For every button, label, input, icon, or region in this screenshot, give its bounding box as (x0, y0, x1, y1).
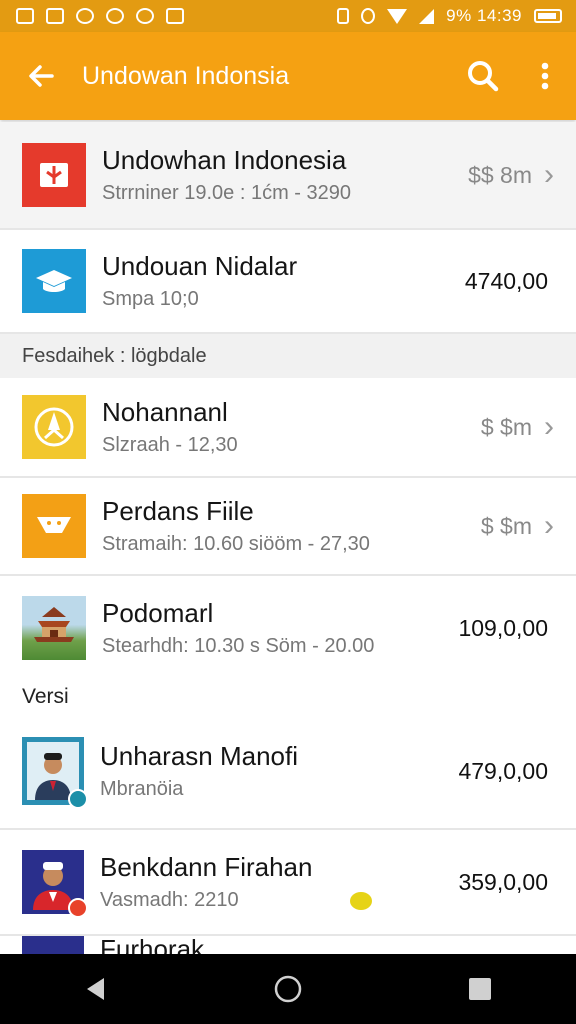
status-bar: 9% 14:39 (0, 0, 576, 32)
temple-photo-icon (22, 596, 86, 660)
list-item[interactable]: Unharasn Manofi Mbranöia 479,0,00 (0, 714, 576, 830)
verified-badge-icon (68, 789, 88, 809)
home-nav-icon[interactable] (258, 959, 318, 1019)
item-title: Unharasn Manofi (100, 741, 298, 771)
battery-time-text: 9% 14:39 (446, 6, 522, 25)
item-title: Perdans Fiile (102, 496, 254, 526)
recents-nav-icon[interactable] (450, 959, 510, 1019)
battery-icon (534, 9, 562, 23)
section-label: Versi (22, 685, 69, 708)
item-value: 479,0,00 (458, 757, 548, 784)
item-subtitle: Strrniner 19.0e : 1ćm - 3290 (102, 182, 352, 204)
item-value: 109,0,00 (458, 614, 548, 641)
compass-app-icon (22, 395, 86, 459)
chevron-right-icon: › (544, 410, 554, 443)
item-value: $ $m (480, 512, 532, 539)
item-title: Benkdann Firahan (100, 852, 313, 882)
photo-notification-icon (46, 8, 64, 24)
globe-notification-icon (76, 8, 94, 24)
message-notification-icon (166, 8, 184, 24)
item-title: Undowhan Indonesia (102, 145, 347, 175)
system-navigation-bar (0, 954, 576, 1024)
item-list: Undowhan Indonesia Strrniner 19.0e : 1ćm… (0, 122, 576, 976)
wifi-icon (387, 8, 408, 24)
back-nav-icon[interactable] (66, 959, 126, 1019)
chevron-right-icon: › (544, 158, 554, 191)
item-title: Nohannanl (102, 397, 228, 427)
chevron-right-icon: › (544, 509, 554, 542)
section-header: Fesdaihek : lögbdale (0, 334, 576, 378)
avatar (22, 737, 88, 809)
item-subtitle: Mbranöia (100, 778, 184, 800)
status-left-icons (16, 8, 184, 24)
back-arrow-icon[interactable] (0, 32, 82, 120)
list-item[interactable]: Nohannanl Slzraah - 12,30 $ $m › (0, 378, 576, 478)
signal-icon (419, 8, 435, 24)
item-title: Undouan Nidalar (102, 251, 298, 281)
more-options-icon[interactable] (514, 32, 576, 120)
data-icon (361, 8, 376, 24)
status-badge-icon (68, 898, 88, 918)
list-item[interactable]: Perdans Fiile Stramaih: 10.60 siööm - 27… (0, 478, 576, 576)
item-value: $ $m (480, 413, 532, 440)
avatar (22, 850, 88, 918)
list-item[interactable]: Undouan Nidalar Smpa 10;0 4740,00 (0, 230, 576, 334)
app-toolbar: Undowan Indonsia (0, 32, 576, 120)
gallery-notification-icon (16, 8, 34, 24)
item-value: 4740,00 (464, 267, 548, 294)
sync-notification-icon (136, 8, 154, 24)
search-icon[interactable] (452, 32, 514, 120)
status-right-icons: 9% 14:39 (337, 6, 562, 26)
item-subtitle: Stearhdh: 10.30 s Söm - 20.00 (102, 635, 375, 657)
item-value: $$ 8m (468, 161, 532, 188)
graduation-cap-app-icon (22, 249, 86, 313)
clock-notification-icon (106, 8, 124, 24)
book-app-icon (22, 143, 86, 207)
item-subtitle: Vasmadh: 2210 (100, 889, 239, 911)
item-title: Podomarl (102, 598, 214, 628)
item-subtitle: Slzraah - 12,30 (102, 434, 238, 456)
item-subtitle: Stramaih: 10.60 siööm - 27,30 (102, 533, 370, 555)
vibrate-icon (337, 8, 350, 24)
list-item[interactable]: Undowhan Indonesia Strrniner 19.0e : 1ćm… (0, 122, 576, 230)
boat-app-icon (22, 494, 86, 558)
list-item[interactable]: Podomarl Stearhdh: 10.30 s Söm - 20.00 1… (0, 576, 576, 680)
item-subtitle: Smpa 10;0 (102, 288, 199, 310)
list-item[interactable]: Benkdann Firahan Vasmadh: 2210 359,0,00 (0, 830, 576, 936)
item-value: 359,0,00 (458, 868, 548, 895)
toolbar-title: Undowan Indonsia (82, 61, 290, 90)
star-decoration-icon (350, 892, 372, 910)
